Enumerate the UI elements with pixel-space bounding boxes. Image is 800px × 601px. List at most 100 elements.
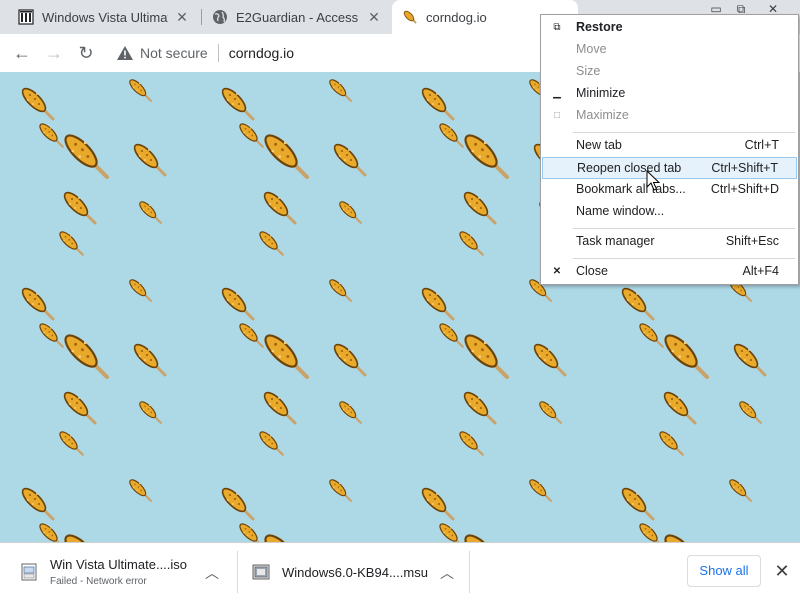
download-status: Failed - Network error xyxy=(50,576,187,587)
tab-title: E2Guardian - Access De xyxy=(236,10,360,25)
menu-item-shortcut: Alt+F4 xyxy=(743,264,779,278)
menu-item-close[interactable]: ✕ Close Alt+F4 xyxy=(542,261,797,283)
menu-item-minimize[interactable]: ▁ Minimize xyxy=(542,83,797,105)
menu-item-task-manager[interactable]: Task manager Shift+Esc xyxy=(542,231,797,253)
corndog-image xyxy=(38,522,65,542)
corndog-image xyxy=(620,486,656,522)
security-status-label[interactable]: Not secure xyxy=(140,45,208,61)
menu-item-restore[interactable]: ⧉ Restore xyxy=(542,17,797,39)
corndog-image xyxy=(220,286,256,322)
corndog-image xyxy=(58,430,85,457)
reload-icon: ↻ xyxy=(78,43,93,63)
download-item[interactable]: Windows6.0-KB94....msu xyxy=(252,543,442,601)
corndog-image xyxy=(462,390,498,426)
menu-item-label: Bookmark all tabs... xyxy=(576,182,686,196)
menu-item-label: Name window... xyxy=(576,204,664,218)
show-all-button[interactable]: Show all xyxy=(687,555,761,587)
menu-item-move[interactable]: Move xyxy=(542,39,797,61)
menu-item-bookmark-all-tabs[interactable]: Bookmark all tabs... Ctrl+Shift+D xyxy=(542,179,797,201)
corndog-favicon-icon xyxy=(402,9,418,25)
corndog-image xyxy=(38,322,65,349)
corndog-image xyxy=(462,332,511,381)
warning-triangle-icon[interactable] xyxy=(116,45,134,61)
menu-item-label: Reopen closed tab xyxy=(577,161,681,175)
corndog-image xyxy=(220,86,256,122)
restore-icon: ⧉ xyxy=(551,21,563,35)
download-divider xyxy=(237,551,238,593)
corndog-image xyxy=(220,486,256,522)
menu-separator xyxy=(573,258,795,259)
menu-item-new-tab[interactable]: New tab Ctrl+T xyxy=(542,135,797,157)
tab-windows-vista[interactable]: Windows Vista Ultimate ✕ xyxy=(8,0,200,34)
corndog-image xyxy=(438,122,465,149)
menu-item-reopen-closed-tab[interactable]: Reopen closed tab Ctrl+Shift+T xyxy=(542,157,797,179)
menu-item-shortcut: Ctrl+T xyxy=(745,138,779,152)
menu-item-label: Restore xyxy=(576,20,623,34)
url-text[interactable]: corndog.io xyxy=(229,45,294,61)
corndog-image xyxy=(328,278,353,303)
globe-icon xyxy=(212,9,228,25)
corndog-image xyxy=(732,342,768,378)
corndog-image xyxy=(62,332,111,381)
menu-item-size[interactable]: Size xyxy=(542,61,797,83)
corndog-image xyxy=(328,78,353,103)
reload-button[interactable]: ↻ xyxy=(74,41,98,65)
address-bar[interactable]: Not secure corndog.io xyxy=(108,39,588,67)
menu-item-label: Close xyxy=(576,264,608,278)
close-shelf-button[interactable]: ✕ xyxy=(772,559,792,583)
close-icon: ✕ xyxy=(551,265,563,279)
download-divider xyxy=(469,551,470,593)
corndog-image xyxy=(262,390,298,426)
menu-item-name-window[interactable]: Name window... xyxy=(542,201,797,223)
corndog-image xyxy=(128,278,153,303)
menu-separator xyxy=(573,228,795,229)
corndog-image xyxy=(38,122,65,149)
corndog-image xyxy=(662,332,711,381)
corndog-image xyxy=(262,332,311,381)
forward-button[interactable]: → xyxy=(42,41,66,65)
corndog-image xyxy=(462,132,511,181)
corndog-image xyxy=(238,322,265,349)
minimize-icon: ▁ xyxy=(551,87,563,101)
corndog-image xyxy=(458,430,485,457)
corndog-image xyxy=(620,286,656,322)
corndog-image xyxy=(238,522,265,542)
menu-item-maximize[interactable]: □ Maximize xyxy=(542,105,797,127)
close-icon: ✕ xyxy=(774,561,789,581)
tab-title: Windows Vista Ultimate xyxy=(42,10,168,25)
download-shelf: Win Vista Ultimate....iso Failed - Netwo… xyxy=(0,542,800,601)
download-menu-chevron-icon[interactable]: ︿ xyxy=(204,563,220,583)
msu-file-icon xyxy=(252,563,270,581)
corndog-image xyxy=(138,400,163,425)
corndog-image xyxy=(62,532,111,542)
corndog-image xyxy=(662,390,698,426)
tab-close-icon[interactable]: ✕ xyxy=(366,9,382,25)
download-menu-chevron-icon[interactable]: ︿ xyxy=(439,563,455,583)
tab-close-icon[interactable]: ✕ xyxy=(174,9,190,25)
corndog-image xyxy=(658,430,685,457)
menu-item-label: Maximize xyxy=(576,108,629,122)
menu-item-label: Size xyxy=(576,64,600,78)
tab-e2guardian[interactable]: E2Guardian - Access De ✕ xyxy=(202,0,392,34)
iso-file-icon xyxy=(20,563,38,581)
download-filename: Win Vista Ultimate....iso xyxy=(50,557,187,572)
menu-item-label: Move xyxy=(576,42,607,56)
window-system-menu: ⧉ Restore Move Size ▁ Minimize □ Maximiz… xyxy=(540,14,799,285)
corndog-image xyxy=(262,132,311,181)
corndog-image xyxy=(58,230,85,257)
corndog-image xyxy=(338,200,363,225)
corndog-image xyxy=(238,122,265,149)
corndog-image xyxy=(132,142,168,178)
corndog-image xyxy=(462,532,511,542)
corndog-image xyxy=(262,532,311,542)
corndog-image xyxy=(638,522,665,542)
menu-item-shortcut: Ctrl+Shift+D xyxy=(711,182,779,196)
corndog-image xyxy=(20,286,56,322)
corndog-image xyxy=(132,342,168,378)
back-button[interactable]: ← xyxy=(10,41,34,65)
archive-building-icon xyxy=(18,9,34,25)
download-item[interactable]: Win Vista Ultimate....iso Failed - Netwo… xyxy=(20,543,230,601)
mouse-cursor-icon xyxy=(646,170,660,192)
corndog-image xyxy=(662,532,711,542)
menu-separator xyxy=(573,132,795,133)
